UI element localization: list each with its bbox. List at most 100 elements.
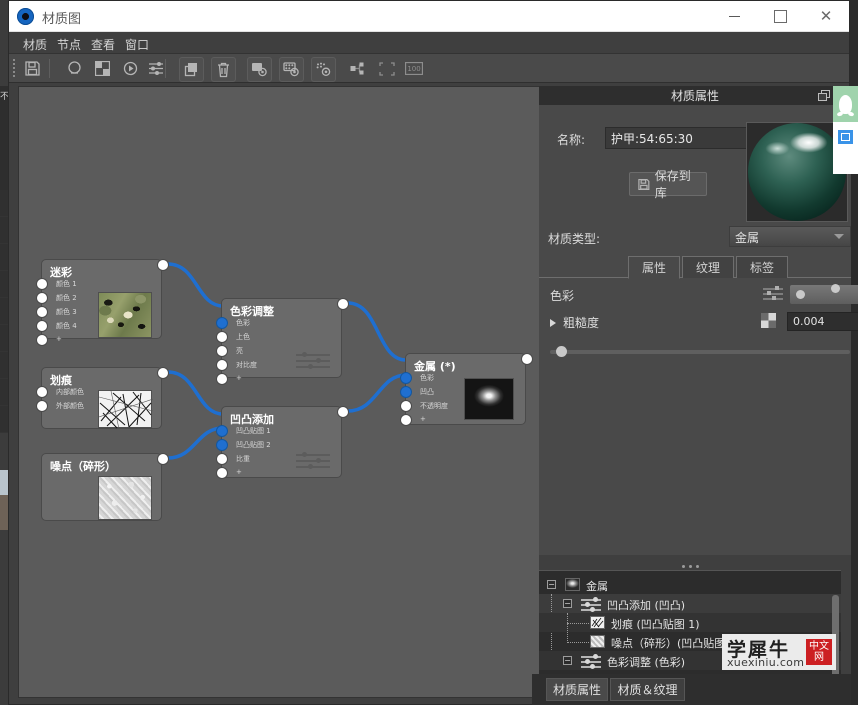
node-input-port[interactable] (400, 372, 412, 384)
close-button[interactable]: ✕ (803, 1, 849, 31)
maximize-button[interactable] (757, 1, 803, 31)
toolbar-grip[interactable] (12, 58, 16, 79)
property-label-color: 色彩 (550, 289, 575, 303)
node-input-port[interactable] (36, 306, 48, 318)
node-output-port[interactable] (521, 353, 533, 365)
node-bump-add[interactable]: 凹凸添加 凹凸贴图 1 凹凸贴图 2 比重 + (216, 406, 349, 479)
node-output-port[interactable] (337, 298, 349, 310)
node-output-port[interactable] (157, 453, 169, 465)
node-title: 噪点（碎形） (50, 460, 116, 473)
node-graph-canvas[interactable]: 迷彩 颜色 1 颜色 2 颜色 3 颜色 4 + 色彩调整 色彩 上色 亮 对比… (18, 86, 540, 698)
node-sliders-icon (296, 352, 330, 369)
checker-icon[interactable] (91, 57, 114, 80)
image-icon[interactable] (838, 130, 853, 144)
node-input-port[interactable] (400, 400, 412, 412)
tab-labels[interactable]: 标签 (736, 256, 788, 278)
roughness-value-input[interactable]: 0.004 (787, 312, 858, 331)
node-input-port[interactable] (216, 425, 228, 437)
undock-icon[interactable] (818, 90, 830, 101)
node-input-port[interactable] (216, 373, 228, 385)
node-output-port[interactable] (337, 406, 349, 418)
update-selected-icon[interactable] (311, 57, 336, 82)
node-input-port[interactable] (216, 345, 228, 357)
bottom-tab-material-properties[interactable]: 材质属性 (546, 678, 608, 701)
zoom-100-icon[interactable]: 100 (402, 57, 425, 80)
menu-item-node[interactable]: 节点 (57, 36, 81, 53)
tree-row-scratches[interactable]: 划痕 (凹凸贴图 1) (539, 613, 841, 641)
metal-thumb-icon (565, 578, 580, 591)
node-output-port[interactable] (157, 259, 169, 271)
expand-arrow-icon[interactable] (550, 319, 556, 327)
tree-row-bump-add[interactable]: − 凹凸添加 (凹凸) (539, 594, 841, 670)
tree-expander[interactable]: − (563, 656, 572, 665)
panel-splitter[interactable] (539, 562, 841, 570)
sliders-icon[interactable] (145, 57, 168, 80)
render-icon[interactable] (119, 57, 142, 80)
fit-view-icon[interactable] (375, 57, 398, 80)
svg-text:100: 100 (407, 65, 420, 73)
roughness-slider[interactable] (550, 346, 850, 357)
node-input-port[interactable] (400, 386, 412, 398)
save-icon[interactable] (21, 57, 44, 80)
bottom-tabbar: 材质属性 材质＆纹理 (532, 674, 851, 705)
node-input-port[interactable] (36, 292, 48, 304)
node-output-port[interactable] (157, 367, 169, 379)
node-metal[interactable]: 金属 (*) 色彩 凹凸 不透明度 + (400, 353, 533, 426)
menu-item-material[interactable]: 材质 (23, 36, 47, 53)
trash-icon[interactable] (211, 57, 236, 82)
color-mixer-icon[interactable] (763, 286, 783, 302)
minimize-button[interactable] (711, 1, 757, 31)
qq-penguin-icon[interactable] (833, 86, 858, 122)
duplicate-node-icon[interactable] (179, 57, 204, 82)
material-type-select[interactable]: 金属 (729, 226, 851, 247)
node-title: 迷彩 (50, 266, 72, 279)
node-input-port[interactable] (216, 359, 228, 371)
tab-textures[interactable]: 纹理 (682, 256, 734, 278)
menu-item-window[interactable]: 窗口 (125, 36, 149, 53)
sphere-preview-icon[interactable] (63, 57, 86, 80)
node-port-label: 上色 (236, 333, 250, 341)
checker-swatch-icon[interactable] (761, 313, 776, 328)
tree-expander[interactable]: − (547, 580, 556, 589)
node-input-port[interactable] (36, 400, 48, 412)
node-input-port[interactable] (216, 439, 228, 451)
node-input-port[interactable] (216, 453, 228, 465)
arrange-nodes-icon[interactable] (347, 57, 370, 80)
node-port-label: 外部颜色 (56, 402, 84, 410)
window-title: 材质图 (42, 12, 82, 27)
noise-icon (590, 635, 605, 648)
node-input-port[interactable] (400, 414, 412, 426)
watermark: 学犀牛 xuexiniu.com 中文网 (722, 634, 836, 670)
node-thumbnail-scratches (98, 390, 153, 429)
node-input-port[interactable] (36, 386, 48, 398)
node-input-port[interactable] (36, 320, 48, 332)
node-port-label: 凹凸贴图 2 (236, 441, 271, 449)
node-input-port[interactable] (36, 278, 48, 290)
tree-expander[interactable]: − (563, 599, 572, 608)
bottom-tab-material-textures[interactable]: 材质＆纹理 (610, 678, 685, 701)
dock-title: 材质属性 (670, 89, 719, 103)
save-to-library-button[interactable]: 保存到库 (629, 169, 707, 200)
property-row-color: 色彩 (539, 283, 858, 309)
node-color-adjust[interactable]: 色彩调整 色彩 上色 亮 对比度 + (216, 298, 349, 385)
node-port-label: 颜色 4 (56, 322, 77, 330)
update-all-icon[interactable] (279, 57, 304, 82)
tree-row-metal[interactable]: − 金属 (539, 575, 841, 594)
menu-item-view[interactable]: 查看 (91, 36, 115, 53)
node-input-port[interactable] (216, 331, 228, 343)
watermark-badge: 中文网 (806, 639, 832, 665)
node-input-port[interactable] (216, 317, 228, 329)
menu-bar: 材质 节点 查看 窗口 (9, 32, 849, 54)
update-preview-icon[interactable] (247, 57, 272, 82)
node-camouflage[interactable]: 迷彩 颜色 1 颜色 2 颜色 3 颜色 4 + (36, 259, 169, 346)
color-gradient-bar[interactable] (790, 284, 858, 304)
node-scratches[interactable]: 划痕 内部颜色 外部颜色 (36, 367, 169, 429)
node-thumbnail-noise (98, 476, 152, 520)
node-input-port[interactable] (36, 334, 48, 346)
tab-attributes[interactable]: 属性 (628, 256, 680, 279)
node-input-port[interactable] (216, 467, 228, 479)
node-port-label: + (236, 468, 242, 476)
node-port-label: 不透明度 (420, 402, 448, 410)
node-noise-fractal[interactable]: 噪点（碎形） (41, 453, 169, 521)
tree-row-label: 金属 (586, 580, 608, 593)
